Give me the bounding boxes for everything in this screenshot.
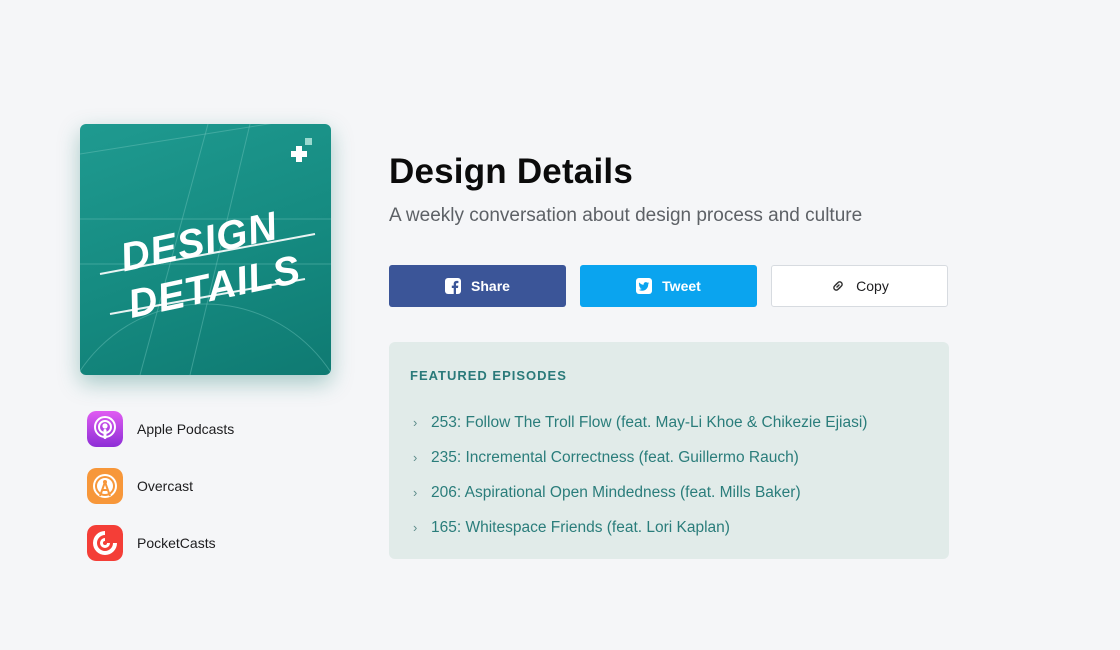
app-link-overcast[interactable]: Overcast [87, 468, 234, 504]
episode-title: 206: Aspirational Open Mindedness (feat.… [431, 483, 801, 501]
podcast-title: Design Details [389, 152, 633, 191]
episode-title: 253: Follow The Troll Flow (feat. May-Li… [431, 413, 868, 431]
episode-link[interactable]: › 253: Follow The Troll Flow (feat. May-… [413, 405, 867, 440]
featured-episodes-panel: FEATURED EPISODES › 253: Follow The Trol… [389, 342, 949, 559]
apple-podcasts-icon [87, 411, 123, 447]
podcast-cover-art: DESIGN DETAILS [80, 124, 331, 375]
cover-artwork-graphic: DESIGN DETAILS [80, 124, 331, 375]
copy-label: Copy [856, 278, 889, 294]
link-icon [830, 278, 846, 294]
app-label: Overcast [137, 478, 194, 494]
chevron-right-icon: › [413, 485, 418, 500]
episode-link[interactable]: › 235: Incremental Correctness (feat. Gu… [413, 440, 867, 475]
podcast-apps-list: Apple Podcasts Overcast PocketCasts [87, 411, 234, 582]
featured-episodes-heading: FEATURED EPISODES [410, 368, 567, 383]
episode-link[interactable]: › 165: Whitespace Friends (feat. Lori Ka… [413, 510, 867, 545]
app-link-apple-podcasts[interactable]: Apple Podcasts [87, 411, 234, 447]
tweet-label: Tweet [662, 278, 701, 294]
episode-title: 235: Incremental Correctness (feat. Guil… [431, 448, 799, 466]
episode-list: › 253: Follow The Troll Flow (feat. May-… [413, 405, 867, 545]
episode-link[interactable]: › 206: Aspirational Open Mindedness (fea… [413, 475, 867, 510]
share-label: Share [471, 278, 510, 294]
chevron-right-icon: › [413, 415, 418, 430]
overcast-icon [87, 468, 123, 504]
facebook-icon [445, 278, 462, 294]
copy-link-button[interactable]: Copy [771, 265, 948, 307]
twitter-icon [636, 278, 653, 294]
podcast-subtitle: A weekly conversation about design proce… [389, 205, 863, 226]
tweet-button[interactable]: Tweet [580, 265, 757, 307]
episode-title: 165: Whitespace Friends (feat. Lori Kapl… [431, 518, 730, 536]
app-link-pocketcasts[interactable]: PocketCasts [87, 525, 234, 561]
share-facebook-button[interactable]: Share [389, 265, 566, 307]
chevron-right-icon: › [413, 450, 418, 465]
app-label: Apple Podcasts [137, 421, 235, 437]
pocketcasts-icon [87, 525, 123, 561]
app-label: PocketCasts [137, 535, 216, 551]
chevron-right-icon: › [413, 520, 418, 535]
